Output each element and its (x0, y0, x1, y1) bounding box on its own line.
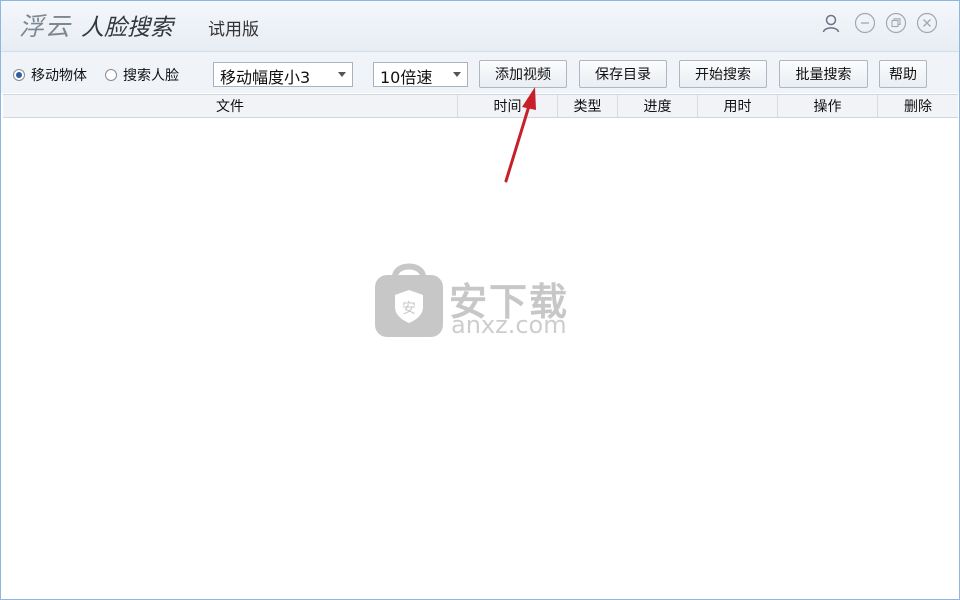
restore-icon (885, 12, 907, 34)
chevron-down-icon (453, 72, 461, 77)
playback-speed-select[interactable]: 10倍速 (373, 62, 468, 87)
column-header-action[interactable]: 操作 (778, 95, 878, 117)
close-button[interactable] (915, 11, 939, 35)
save-directory-button[interactable]: 保存目录 (579, 60, 667, 88)
start-search-button[interactable]: 开始搜索 (679, 60, 767, 88)
svg-text:安: 安 (402, 301, 416, 317)
radio-dot (13, 69, 25, 81)
radio-label: 移动物体 (31, 68, 87, 84)
minimize-button[interactable] (853, 11, 877, 35)
motion-sensitivity-select[interactable]: 移动幅度小3 (213, 62, 353, 87)
select-value: 10倍速 (380, 68, 433, 87)
radio-search-face[interactable]: 搜索人脸 (105, 65, 179, 85)
close-icon (916, 12, 938, 34)
column-header-time[interactable]: 时间 (458, 95, 558, 117)
column-header-file[interactable]: 文件 (3, 95, 458, 117)
file-list-table[interactable] (3, 118, 958, 598)
add-video-button[interactable]: 添加视频 (479, 60, 567, 88)
shopping-bag-shield-icon: 安 (375, 263, 443, 337)
edition-label: 试用版 (208, 20, 259, 40)
title-bar: 浮云 人脸搜索 试用版 (1, 1, 959, 51)
app-title: 人脸搜索 (81, 15, 173, 41)
table-header: 文件 时间 类型 进度 用时 操作 删除 (3, 94, 958, 118)
help-button[interactable]: 帮助 (879, 60, 927, 88)
column-header-delete[interactable]: 删除 (878, 95, 958, 117)
toolbar: 移动物体 搜索人脸 移动幅度小3 10倍速 添加视频 保存目录 开始搜索 批量搜… (1, 51, 959, 93)
user-icon (822, 14, 840, 33)
brand-logo-text: 浮云 (19, 12, 72, 41)
user-account-button[interactable] (819, 11, 843, 35)
column-header-type[interactable]: 类型 (558, 95, 618, 117)
restore-button[interactable] (884, 11, 908, 35)
chevron-down-icon (338, 72, 346, 77)
column-header-progress[interactable]: 进度 (618, 95, 698, 117)
batch-search-button[interactable]: 批量搜索 (779, 60, 868, 88)
watermark-url: anxz.com (451, 311, 567, 339)
watermark: 安 安下载 anxz.com (373, 257, 593, 341)
column-header-duration[interactable]: 用时 (698, 95, 778, 117)
radio-label: 搜索人脸 (123, 68, 179, 84)
radio-moving-object[interactable]: 移动物体 (13, 65, 87, 85)
app-window: 浮云 人脸搜索 试用版 移动物体 搜索人脸 移动幅度小3 10倍速 添加视频 保… (0, 0, 960, 600)
select-value: 移动幅度小3 (220, 68, 311, 87)
radio-dot (105, 69, 117, 81)
minimize-icon (854, 12, 876, 34)
